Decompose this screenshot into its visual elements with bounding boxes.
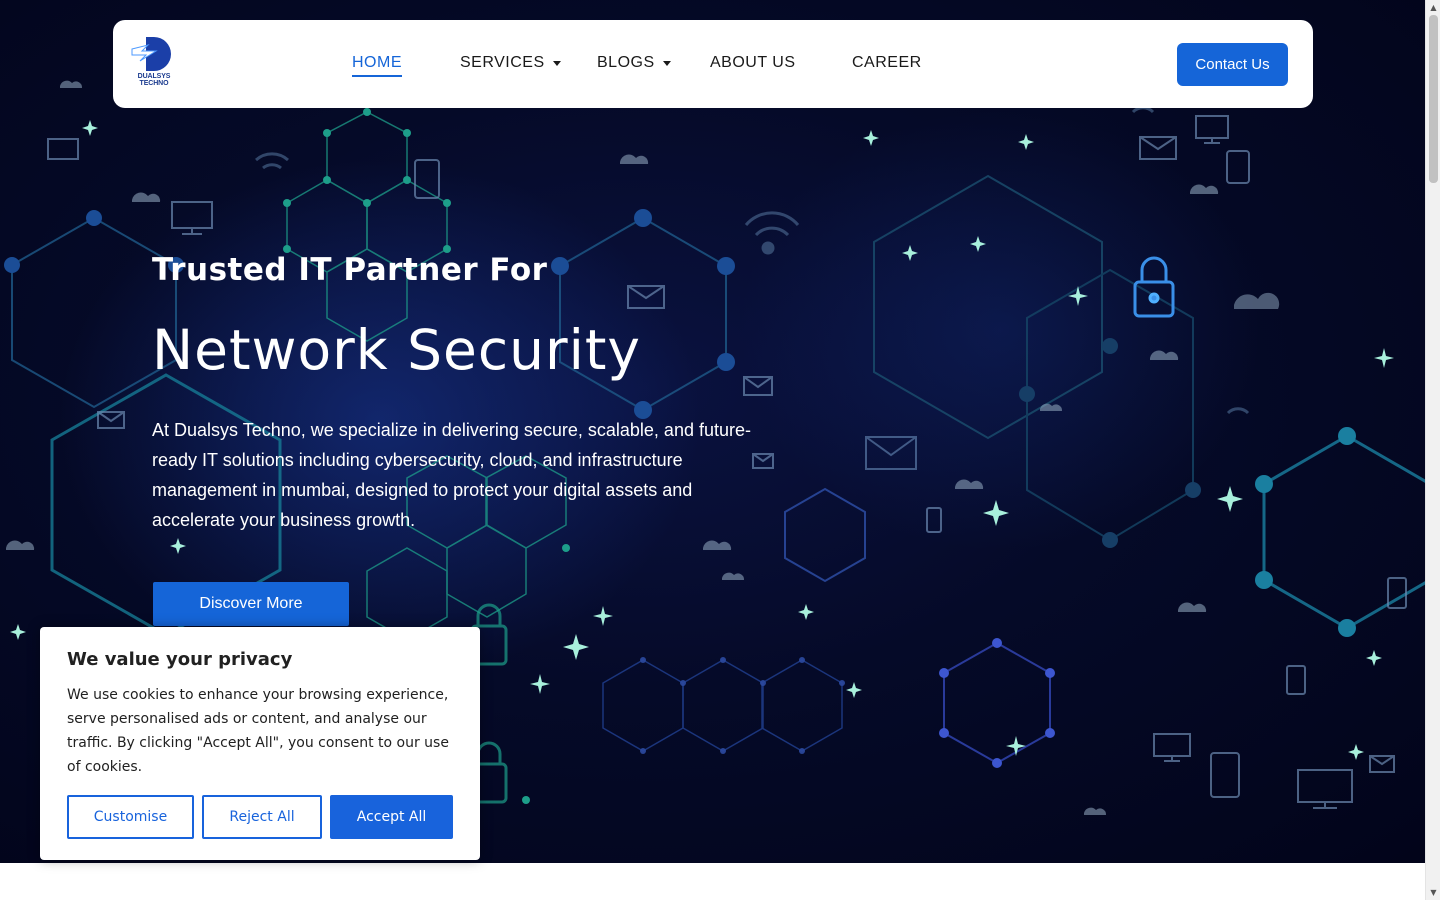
nav-services[interactable]: SERVICES: [460, 54, 561, 72]
logo-mark-icon: [131, 37, 171, 71]
main-navbar: DUALSYS TECHNO HOME SERVICES BLOGS ABOUT…: [113, 20, 1313, 108]
cookie-banner-title: We value your privacy: [67, 649, 293, 670]
dualsys-logo[interactable]: DUALSYS TECHNO: [124, 35, 184, 87]
scrollbar-thumb[interactable]: [1429, 15, 1438, 183]
customise-button[interactable]: Customise: [67, 795, 194, 839]
nav-blogs-label: BLOGS: [597, 54, 655, 71]
nav-about-us[interactable]: ABOUT US: [710, 54, 796, 72]
nav-career[interactable]: CAREER: [852, 54, 922, 72]
logo-text: DUALSYS TECHNO: [137, 73, 171, 87]
nav-blogs[interactable]: BLOGS: [597, 54, 671, 72]
scroll-down-icon[interactable]: ▼: [1426, 885, 1440, 900]
nav-home-label: HOME: [352, 54, 402, 77]
accept-all-button[interactable]: Accept All: [330, 795, 453, 839]
scroll-up-icon[interactable]: ▲: [1426, 0, 1440, 15]
nav-services-label: SERVICES: [460, 54, 545, 71]
reject-all-button[interactable]: Reject All: [202, 795, 322, 839]
nav-career-label: CAREER: [852, 54, 922, 71]
hero-title: Network Security: [152, 318, 641, 382]
nav-about-us-label: ABOUT US: [710, 54, 796, 71]
page-scrollbar[interactable]: ▲ ▼: [1425, 0, 1440, 900]
cookie-consent-banner: We value your privacy We use cookies to …: [40, 627, 480, 860]
hero-description: At Dualsys Techno, we specialize in deli…: [152, 420, 751, 530]
discover-more-button[interactable]: Discover More: [153, 582, 349, 626]
chevron-down-icon: [552, 60, 561, 66]
nav-home[interactable]: HOME: [352, 54, 402, 77]
hero-subtitle: Trusted IT Partner For: [152, 252, 548, 288]
chevron-down-icon: [662, 60, 671, 66]
contact-us-button[interactable]: Contact Us: [1177, 43, 1288, 86]
cookie-banner-text: We use cookies to enhance your browsing …: [67, 687, 449, 775]
